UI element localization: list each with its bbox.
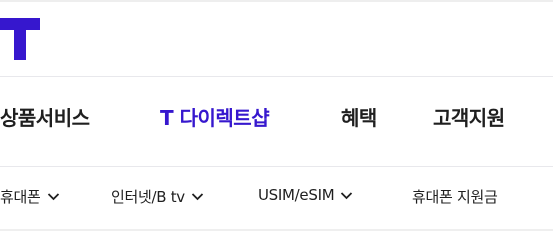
gnb-item-t-direct-shop[interactable]: T 다이렉트샵 bbox=[160, 102, 270, 131]
subnav-item-usim-esim[interactable]: USIM/eSIM bbox=[258, 186, 353, 204]
chevron-down-icon bbox=[341, 191, 353, 199]
gnb-divider bbox=[0, 166, 553, 167]
subnav-item-phone-subsidy[interactable]: 휴대폰 지원금 bbox=[412, 186, 498, 207]
gnb-item-customer-support[interactable]: 고객지원 bbox=[433, 102, 505, 131]
gnb-item-benefits[interactable]: 혜택 bbox=[341, 102, 377, 131]
gnb-item-products[interactable]: 상품서비스 bbox=[0, 102, 90, 131]
subnav-item-phone[interactable]: 휴대폰 bbox=[0, 186, 60, 207]
subnav-item-internet-btv[interactable]: 인터넷/B tv bbox=[111, 186, 204, 207]
t-logo-icon[interactable] bbox=[0, 18, 40, 60]
top-border bbox=[0, 0, 553, 2]
sub-navigation: 휴대폰 인터넷/B tv USIM/eSIM 휴대폰 지원금 bbox=[0, 186, 553, 216]
logo-bar bbox=[0, 18, 40, 30]
main-navigation: 상품서비스 T 다이렉트샵 혜택 고객지원 bbox=[0, 102, 553, 142]
subnav-item-label: 인터넷/B tv bbox=[111, 188, 185, 206]
subnav-item-label: 휴대폰 bbox=[0, 188, 41, 206]
subnav-item-label: 휴대폰 지원금 bbox=[412, 188, 498, 206]
chevron-down-icon bbox=[47, 193, 59, 201]
bottom-divider bbox=[0, 229, 553, 231]
logo-stem bbox=[14, 30, 26, 60]
subnav-item-label: USIM/eSIM bbox=[258, 186, 335, 204]
chevron-down-icon bbox=[191, 193, 204, 201]
header-divider bbox=[0, 76, 553, 77]
